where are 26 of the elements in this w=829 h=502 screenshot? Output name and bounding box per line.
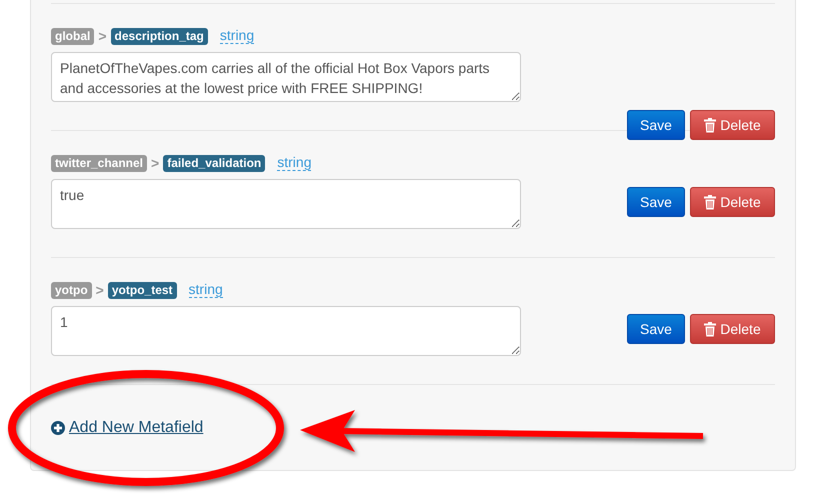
type-link[interactable]: string	[277, 155, 312, 171]
value-field[interactable]: PlanetOfTheVapes.com carries all of the official Hot Box Vapors parts and accessories at the lowest price with FREE SHIPPING!	[51, 52, 521, 102]
namespace-badge: global	[51, 28, 94, 44]
save-button[interactable]: Save	[627, 314, 685, 344]
type-link[interactable]: string	[220, 28, 254, 44]
trash-icon	[704, 322, 716, 336]
trash-icon	[704, 118, 716, 132]
delete-button[interactable]: Delete	[690, 110, 775, 140]
delete-button[interactable]: Delete	[690, 314, 775, 344]
type-link[interactable]: string	[188, 282, 223, 298]
separator-text: >	[96, 282, 104, 298]
save-button[interactable]: Save	[627, 110, 685, 140]
plus-circle-icon	[51, 421, 65, 435]
separator-text: >	[98, 28, 107, 44]
separator-text: >	[151, 155, 160, 171]
key-badge: failed_validation	[163, 154, 266, 172]
trash-icon	[704, 194, 716, 210]
value-field[interactable]: 1	[51, 306, 521, 356]
save-button[interactable]: Save	[627, 187, 685, 217]
key-badge: description_tag	[110, 28, 208, 44]
delete-button[interactable]: Delete	[690, 187, 775, 217]
value-field[interactable]: true	[51, 179, 521, 229]
namespace-badge: yotpo	[51, 282, 92, 298]
key-badge: yotpo_test	[108, 282, 177, 298]
namespace-badge: twitter_channel	[51, 154, 148, 172]
add-metafield-link[interactable]: Add New Metafield	[51, 419, 204, 437]
